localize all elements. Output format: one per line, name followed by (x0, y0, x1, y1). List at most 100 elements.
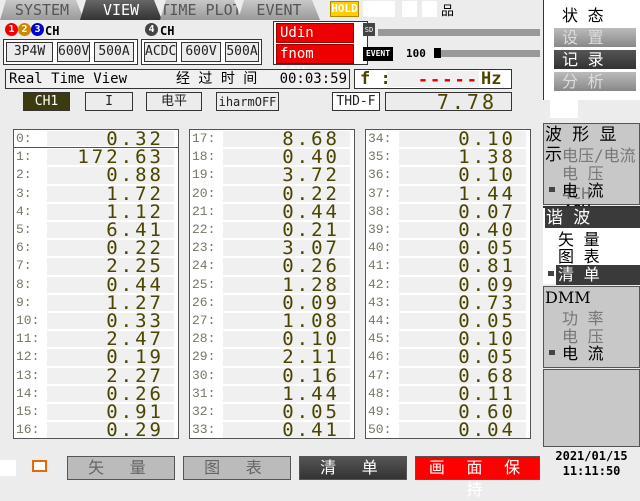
voltage-range-ch123[interactable]: 600V (57, 42, 90, 62)
harmonic-value: 6.41 (47, 220, 174, 240)
current-range-ch4[interactable]: 500A (225, 42, 259, 62)
harmonic-order: 12: (16, 349, 40, 365)
level-select[interactable]: 电平 (146, 92, 202, 111)
harmonic-value: 0.44 (223, 202, 350, 221)
bottom-list-button[interactable]: 清 单 (299, 456, 407, 480)
bottom-graph-button[interactable]: 图 表 (183, 456, 291, 480)
selected-marker (549, 350, 555, 355)
harmonic-value: 0.11 (399, 384, 526, 403)
harmonic-order: 26: (192, 294, 216, 310)
harmonic-value: 3.07 (223, 239, 350, 258)
harmonic-value: 0.32 (47, 129, 174, 149)
sd-usage-bar (378, 29, 540, 36)
screen-hold-button[interactable]: 画 面 保 持 (415, 456, 540, 499)
harmonic-order: 35: (368, 149, 392, 165)
harmonic-order: 43: (368, 294, 392, 310)
harmonic-row: 41: 0.81 (366, 257, 530, 276)
iharm-select[interactable]: iharmOFF (216, 92, 279, 111)
event-count: 100 (406, 47, 426, 60)
harmonic-order: 36: (368, 167, 392, 183)
elapsed-label: 经 过 时 间 (176, 71, 258, 87)
event-bar (434, 48, 540, 58)
harmonic-value: 0.05 (399, 239, 526, 258)
menu-settings[interactable]: 设 置 (554, 28, 636, 47)
harmonic-value: 2.47 (47, 330, 174, 349)
coupling-field[interactable]: ACDC (144, 42, 177, 62)
blank-indicator (550, 100, 578, 118)
harmonic-order: 27: (192, 313, 216, 328)
freq-value: ----- (387, 71, 479, 89)
clock: 2021/01/15 11:11:50 (543, 449, 640, 479)
blank-indicator (0, 460, 16, 476)
harmonic-value: 0.21 (223, 220, 350, 240)
menu-power[interactable]: 功 率 (562, 309, 604, 329)
dmm-title[interactable]: DMM (545, 288, 591, 308)
harmonic-order: 6: (16, 240, 32, 256)
harmonic-order: 31: (192, 385, 216, 401)
harmonic-order: 25: (192, 276, 216, 292)
mode-label: Real Time View (9, 71, 128, 87)
harmonic-value: 1.08 (223, 311, 350, 331)
frequency-box: f : ----- Hz (354, 69, 512, 89)
bottom-vector-button[interactable]: 矢 量 (67, 456, 175, 480)
menu-record[interactable]: 记 录 (554, 50, 636, 69)
harmonic-value: 0.44 (47, 275, 174, 294)
harmonic-value: 2.25 (47, 257, 174, 276)
harmonic-value: 0.40 (399, 220, 526, 240)
harmonic-order: 37: (368, 185, 392, 201)
harmonic-order: 4: (16, 203, 32, 219)
harmonic-row: 7: 2.25 (14, 257, 178, 276)
harmonic-row: 50: 0.04 (366, 421, 530, 440)
harmonic-row: 12: 0.19 (14, 348, 178, 367)
harmonic-value: 0.09 (399, 275, 526, 294)
harmonic-value: 0.05 (399, 311, 526, 331)
harmonic-order: 3: (16, 185, 32, 201)
dmm-menu: DMM 功 率 电 压 电 流 (543, 286, 640, 368)
harmonic-menu: 谐 波 矢 量 图 表 清 单 (543, 206, 640, 285)
udin-field: Udin 230V (276, 23, 354, 60)
harmonic-value: 1.28 (223, 275, 350, 294)
tab-system[interactable]: SYSTEM (0, 0, 84, 20)
harmonic-order: 47: (368, 367, 392, 383)
ch4-badge: 4 (145, 23, 158, 36)
menu-list[interactable]: 清 单 (556, 265, 640, 285)
harmonic-order: 46: (368, 349, 392, 365)
harmonic-row: 19: 3.72 (190, 166, 354, 185)
menu-graph[interactable]: 图 表 (558, 247, 600, 267)
harmonic-value: 0.05 (399, 348, 526, 367)
menu-voltage-current[interactable]: 电压/电流 (562, 146, 636, 166)
harmonic-order: 7: (16, 258, 32, 274)
status-blank (422, 1, 437, 17)
current-range-ch123[interactable]: 500A (94, 42, 134, 62)
harmonic-order: 32: (192, 404, 216, 419)
channel-select[interactable]: CH1 (23, 92, 70, 111)
tab-time-plot[interactable]: TIME PLOT (160, 0, 242, 20)
tab-event[interactable]: EVENT (238, 0, 320, 20)
tab-view[interactable]: VIEW (80, 0, 162, 20)
status-panel: 状 态 设 置 记 录 分 析 (543, 0, 640, 100)
param-select[interactable]: I (85, 92, 133, 111)
menu-current[interactable]: 电 流 (562, 344, 604, 364)
harmonic-list-3: 34: 0.10 35: 1.38 36: 0.10 37: 1.44 38: 0.07 39: 0.… (365, 129, 531, 440)
harmonic-order: 8: (16, 276, 32, 292)
network-icon: 品 (441, 4, 455, 19)
harmonic-order: 11: (16, 331, 40, 347)
harmonic-order: 22: (192, 222, 216, 237)
harmonic-row: 24: 0.26 (190, 257, 354, 276)
harmonic-title[interactable]: 谐 波 (545, 208, 640, 228)
harmonic-value: 0.19 (47, 348, 174, 367)
harmonic-order: 9: (16, 294, 32, 310)
thd-label: THD-F (332, 92, 380, 111)
harmonic-order: 49: (368, 404, 392, 419)
voltage-range-ch4[interactable]: 600V (181, 42, 221, 62)
wiring-field[interactable]: 3P4W (6, 42, 53, 62)
menu-analysis[interactable]: 分 析 (554, 72, 636, 91)
harmonic-value: 0.33 (47, 311, 174, 331)
harmonic-order: 1: (16, 149, 32, 165)
harmonic-order: 39: (368, 222, 392, 237)
harmonic-value: 0.09 (223, 293, 350, 312)
harmonic-value: 1.44 (223, 384, 350, 403)
harmonic-value: 3.72 (223, 166, 350, 185)
harmonic-value: 0.10 (399, 129, 526, 149)
harmonic-order: 45: (368, 331, 392, 347)
